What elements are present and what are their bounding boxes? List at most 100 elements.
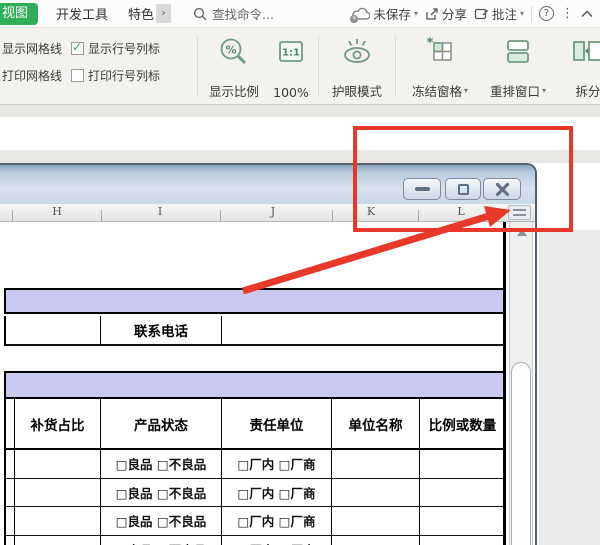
- freeze-panes-button[interactable]: * 冻结窗格 ▾: [401, 36, 479, 100]
- zoom-100-button[interactable]: 1:1 100%: [268, 36, 314, 100]
- cell-empty[interactable]: [420, 479, 505, 507]
- empty-cell[interactable]: [6, 316, 101, 344]
- merged-lavender-row[interactable]: [4, 290, 505, 314]
- cell-empty[interactable]: [15, 450, 101, 478]
- column-divider[interactable]: [418, 210, 419, 221]
- cell-empty[interactable]: [6, 507, 15, 535]
- ribbon-divider: [395, 36, 396, 96]
- header-cell[interactable]: 比例或数量: [420, 399, 505, 448]
- cell-empty[interactable]: [332, 478, 420, 506]
- header-cell[interactable]: 责任单位: [222, 399, 332, 448]
- tab-view[interactable]: 视图: [0, 2, 38, 25]
- cell-empty[interactable]: [332, 507, 420, 535]
- product-status-cell[interactable]: □良品 □不良品: [101, 478, 222, 506]
- responsible-unit-cell[interactable]: □厂内 □厂商: [222, 507, 332, 535]
- split-box-handle[interactable]: [508, 205, 531, 220]
- header-cell-empty[interactable]: [6, 399, 15, 448]
- table-row[interactable]: □良品 □不良品 □厂内 □厂商: [4, 478, 505, 507]
- save-status-label: 未保存: [373, 7, 411, 22]
- contact-phone-cell[interactable]: 联系电话: [101, 316, 222, 344]
- split-window-button[interactable]: 拆分: [558, 36, 600, 100]
- column-letter[interactable]: J: [271, 205, 275, 218]
- cell-empty[interactable]: [6, 450, 15, 478]
- product-status-cell[interactable]: □良品 □不良品: [101, 450, 222, 478]
- empty-cell[interactable]: [222, 316, 505, 344]
- eye-protection-label: 护眼模式: [331, 84, 382, 99]
- print-headings-toggle[interactable]: 打印行号列标: [71, 67, 160, 84]
- header-cell[interactable]: 单位名称: [332, 399, 420, 448]
- show-headings-toggle[interactable]: ✓ 显示行号列标: [71, 40, 160, 57]
- minimize-button[interactable]: [403, 178, 441, 200]
- cell-empty[interactable]: [420, 507, 505, 535]
- header-cell[interactable]: 补货占比: [15, 399, 101, 448]
- cell-empty[interactable]: [6, 535, 15, 545]
- column-letter[interactable]: I: [158, 205, 162, 218]
- cell-empty[interactable]: [15, 535, 101, 545]
- share-label: 分享: [441, 7, 467, 22]
- column-header-row[interactable]: H I J K L: [0, 204, 535, 222]
- freeze-panes-caret: ▾: [464, 86, 469, 95]
- print-gridlines-label: 打印网格线: [2, 69, 63, 83]
- ribbon: 显示网格线 ✓ 显示行号列标 打印网格线 打印行号列标 % 显示比例 1:1 1…: [0, 28, 600, 105]
- freeze-panes-label: 冻结窗格: [411, 84, 462, 99]
- column-letter[interactable]: K: [367, 205, 375, 218]
- table-header-row[interactable]: 补货占比 产品状态 责任单位 单位名称 比例或数量: [4, 399, 505, 450]
- column-letter[interactable]: H: [52, 205, 62, 218]
- contact-row[interactable]: 联系电话: [4, 316, 505, 346]
- cell-empty[interactable]: [332, 450, 420, 478]
- ribbon-divider: [318, 36, 319, 96]
- cell-empty[interactable]: [332, 535, 420, 545]
- table-row[interactable]: □良品 □不良品 □厂内 □厂商: [4, 450, 505, 479]
- view-toggle-group: 显示网格线 ✓ 显示行号列标 打印网格线 打印行号列标: [2, 40, 160, 84]
- arrange-windows-icon: [507, 40, 529, 63]
- help-button[interactable]: ?: [539, 6, 554, 21]
- more-options-button[interactable]: ⋮: [561, 6, 574, 21]
- save-status-button[interactable]: ✕ 未保存 ▾: [350, 4, 418, 23]
- tab-developer-tools[interactable]: 开发工具: [46, 4, 118, 23]
- show-gridlines-toggle[interactable]: 显示网格线: [2, 40, 62, 57]
- zoom-scale-button[interactable]: % 显示比例: [203, 36, 265, 100]
- checked-checkbox[interactable]: ✓: [71, 40, 85, 55]
- responsible-unit-cell[interactable]: □厂内 □厂商: [222, 478, 332, 506]
- cell-empty[interactable]: [420, 450, 505, 478]
- svg-text:%: %: [225, 44, 236, 57]
- tab-bar: 视图 开发工具 特色 › 查找命令... ✕ 未保存 ▾ 分享 批注 ▾ ? ⋮: [0, 0, 600, 28]
- table-row[interactable]: □良品 □不良品 □厂内 □厂商: [4, 507, 505, 536]
- close-button[interactable]: [483, 178, 521, 200]
- show-gridlines-label: 显示网格线: [2, 42, 63, 56]
- find-command-search[interactable]: 查找命令...: [193, 4, 274, 23]
- comment-icon: [474, 8, 488, 19]
- column-letter[interactable]: L: [457, 205, 464, 218]
- arrange-windows-label: 重排窗口: [489, 84, 540, 99]
- zoom-scale-label: 显示比例: [208, 84, 259, 99]
- tab-scroll-arrow[interactable]: ›: [156, 4, 172, 23]
- merged-lavender-row[interactable]: [4, 371, 505, 399]
- vertical-scrollbar-thumb[interactable]: [511, 362, 531, 545]
- cell-empty[interactable]: [15, 478, 101, 506]
- unchecked-checkbox[interactable]: [71, 69, 85, 82]
- column-divider[interactable]: [12, 210, 13, 221]
- product-status-cell[interactable]: □良品 □不良品: [101, 535, 222, 545]
- cell-empty[interactable]: [420, 536, 505, 545]
- restore-button[interactable]: [445, 178, 481, 200]
- column-divider[interactable]: [101, 210, 102, 221]
- product-status-cell[interactable]: □良品 □不良品: [101, 507, 222, 535]
- header-cell[interactable]: 产品状态: [101, 399, 222, 448]
- eye-protection-button[interactable]: 护眼模式: [324, 36, 390, 100]
- cell-empty[interactable]: [15, 507, 101, 535]
- responsible-unit-cell[interactable]: □厂内 □厂商: [222, 450, 332, 478]
- table-row[interactable]: □良品 □不良品 □厂内 □厂商: [4, 535, 505, 545]
- column-divider[interactable]: [332, 210, 333, 221]
- share-icon: [426, 7, 438, 20]
- responsible-unit-cell[interactable]: □厂内 □厂商: [222, 535, 332, 545]
- arrange-windows-button[interactable]: 重排窗口 ▾: [479, 36, 557, 100]
- share-button[interactable]: 分享: [425, 4, 467, 23]
- cloud-unsaved-icon: ✕: [350, 7, 371, 23]
- column-divider[interactable]: [220, 210, 221, 221]
- cell-empty[interactable]: [6, 478, 15, 506]
- scroll-up-arrow[interactable]: [517, 229, 527, 236]
- print-gridlines-toggle[interactable]: 打印网格线: [2, 67, 62, 84]
- tabbar-right-group: ✕ 未保存 ▾ 分享 批注 ▾ ? ⋮: [350, 4, 600, 23]
- collapse-ribbon-button[interactable]: [581, 9, 593, 18]
- comment-button[interactable]: 批注 ▾: [474, 4, 524, 23]
